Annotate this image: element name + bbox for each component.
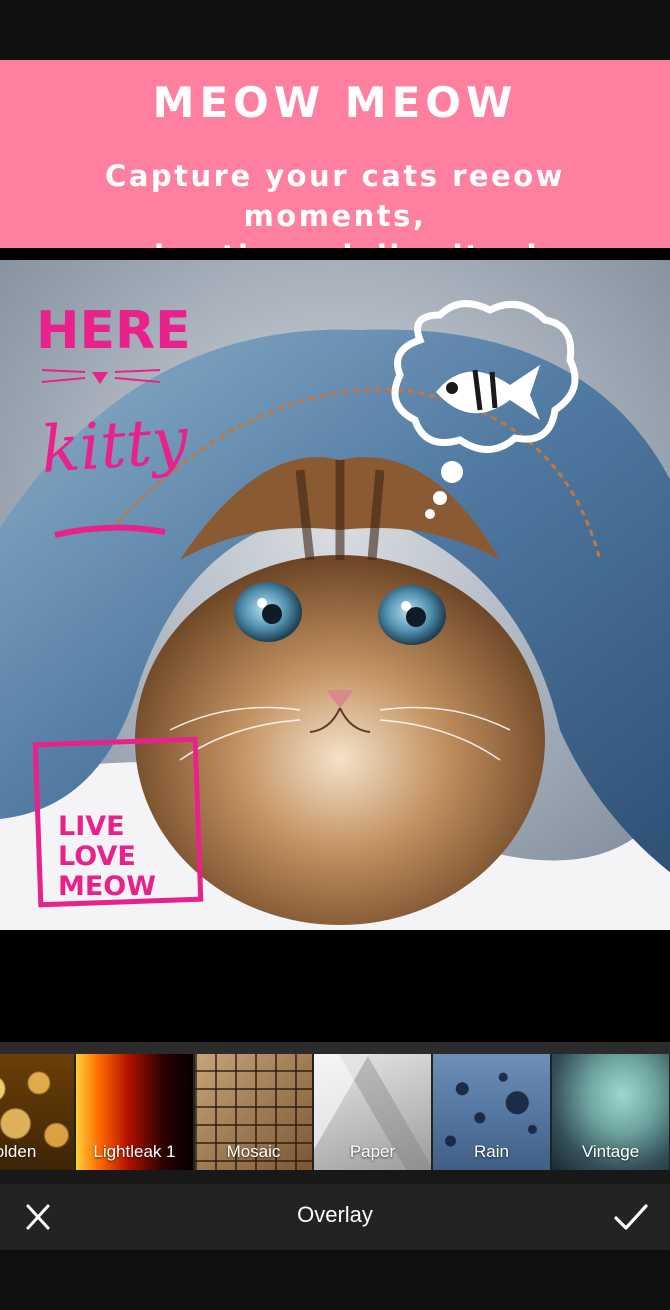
filter-mosaic[interactable]: Mosaic bbox=[195, 1054, 312, 1170]
filter-vintage[interactable]: Vintage bbox=[552, 1054, 669, 1170]
nav-bar-area bbox=[0, 1250, 670, 1310]
filter-label: Lightleak 1 bbox=[93, 1142, 176, 1161]
toolbar-title: Overlay bbox=[297, 1202, 373, 1227]
promo-banner: MEOW MEOW Capture your cats reeow moment… bbox=[0, 60, 670, 273]
svg-text:LIVE: LIVE bbox=[58, 811, 125, 842]
photo-canvas[interactable]: HERE kitty LIVE LOVE MEOW bbox=[0, 260, 670, 930]
canvas-background bbox=[0, 930, 670, 1042]
filter-lightleak-1[interactable]: Lightleak 1 bbox=[76, 1054, 193, 1170]
filter-golden[interactable]: olden bbox=[0, 1054, 74, 1170]
filter-label: Paper bbox=[349, 1142, 396, 1161]
kitten-photo: HERE kitty LIVE LOVE MEOW bbox=[0, 260, 670, 930]
overlay-filter-strip[interactable]: olden Lightleak 1 Mosaic Paper Rain Vint… bbox=[0, 1054, 670, 1170]
filter-label: olden bbox=[0, 1142, 37, 1161]
divider bbox=[0, 1170, 670, 1184]
confirm-button[interactable] bbox=[610, 1198, 652, 1236]
svg-text:kitty: kitty bbox=[39, 404, 191, 488]
filter-label: Mosaic bbox=[226, 1142, 281, 1161]
banner-title: MEOW MEOW bbox=[152, 78, 518, 127]
divider bbox=[0, 248, 670, 260]
banner-subtitle-line1: Capture your cats reeow moments, bbox=[105, 159, 565, 233]
svg-text:HERE: HERE bbox=[36, 301, 191, 361]
bottom-toolbar: Overlay bbox=[0, 1184, 670, 1250]
filter-label: Vintage bbox=[581, 1142, 640, 1161]
svg-text:LOVE: LOVE bbox=[58, 841, 136, 872]
svg-text:MEOW: MEOW bbox=[58, 871, 156, 902]
filter-strip-header bbox=[0, 1042, 670, 1054]
filter-label: Rain bbox=[474, 1142, 509, 1161]
filter-rain[interactable]: Rain bbox=[433, 1054, 550, 1170]
filter-paper[interactable]: Paper bbox=[314, 1054, 431, 1170]
checkmark-icon bbox=[614, 1204, 648, 1230]
